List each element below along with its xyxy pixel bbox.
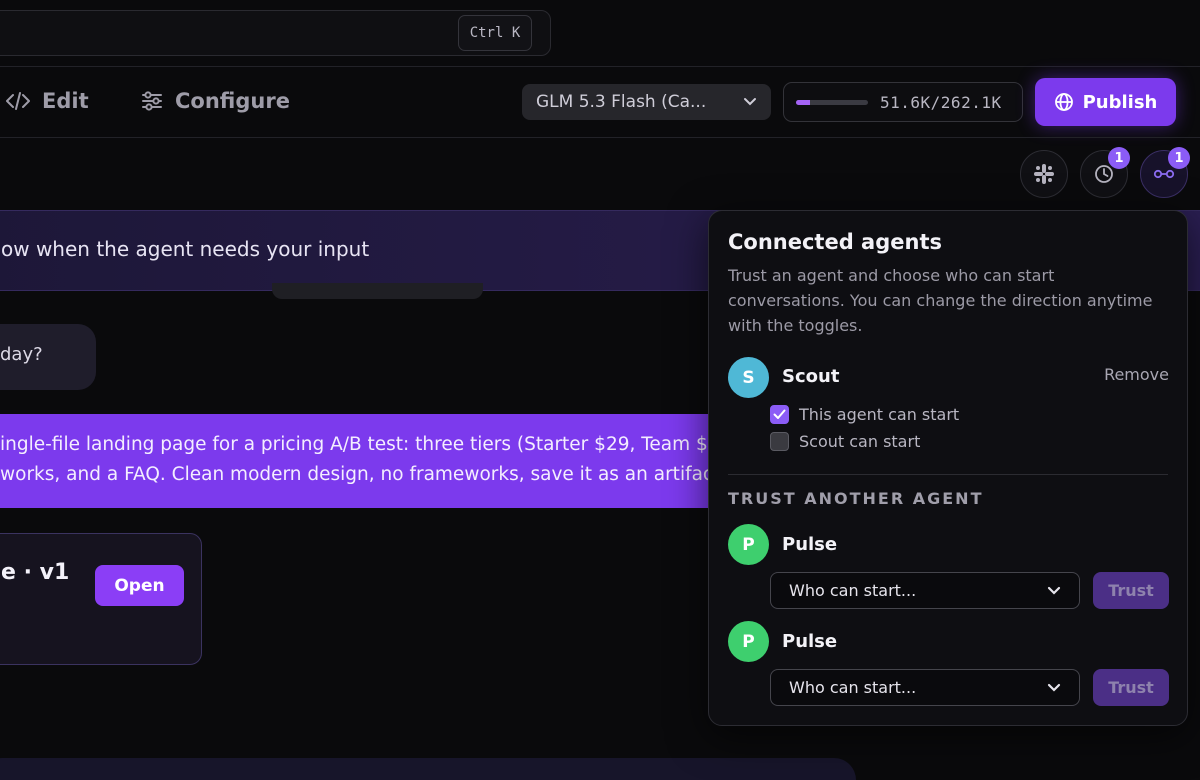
chevron-down-icon <box>1047 586 1061 595</box>
agents-button[interactable]: 1 <box>1140 147 1190 198</box>
artifact-card: e · v1 Open <box>0 533 202 665</box>
model-label: GLM 5.3 Flash (Ca... <box>536 92 707 112</box>
avatar: S <box>728 357 769 398</box>
option-label: Scout can start <box>799 432 921 451</box>
agent-name-scout: Scout <box>782 366 840 387</box>
toolbar-divider <box>0 137 1200 138</box>
who-can-start-select[interactable]: Who can start... <box>770 669 1080 706</box>
shortcut-hint: Ctrl K <box>458 15 532 51</box>
avatar-initial: P <box>742 534 755 555</box>
option-scout-can-start[interactable]: Scout can start <box>770 432 920 451</box>
popover-description: Trust an agent and choose who can start … <box>728 266 1153 335</box>
assistant-message-text: day? <box>0 344 43 365</box>
agent-name-pulse: Pulse <box>782 631 838 652</box>
avatar: P <box>728 621 769 662</box>
agents-badge: 1 <box>1168 147 1190 169</box>
avatar: P <box>728 524 769 565</box>
user-message-line: ingle-file landing page for a pricing A/… <box>0 434 732 455</box>
checkbox-unchecked[interactable] <box>770 432 789 451</box>
option-this-agent-can-start[interactable]: This agent can start <box>770 405 959 424</box>
option-label: This agent can start <box>799 405 960 424</box>
edit-label: Edit <box>42 89 89 113</box>
agent-name-pulse: Pulse <box>782 534 838 555</box>
publish-label: Publish <box>1082 91 1158 113</box>
user-message-line: works, and a FAQ. Clean modern design, n… <box>0 464 748 485</box>
edit-tab[interactable]: Edit <box>6 86 89 116</box>
publish-button[interactable]: Publish <box>1035 78 1176 126</box>
who-can-start-select[interactable]: Who can start... <box>770 572 1080 609</box>
slack-button[interactable] <box>1020 150 1068 198</box>
token-usage-meter: 51.6K/262.1K <box>783 82 1023 122</box>
open-artifact-button[interactable]: Open <box>95 565 184 606</box>
header-divider <box>0 66 1200 67</box>
select-placeholder: Who can start... <box>789 678 917 697</box>
message-composer[interactable] <box>0 758 856 780</box>
chevron-down-icon <box>1047 683 1061 692</box>
app-window: Ctrl K Edit Configure GLM 5.3 Flash (Ca.… <box>0 0 1200 780</box>
notice-text: ow when the agent needs your input <box>1 237 370 261</box>
token-progress-track <box>796 99 868 105</box>
code-icon <box>6 92 30 110</box>
agents-link-icon <box>1153 169 1175 179</box>
globe-icon <box>1054 93 1073 111</box>
user-message: ingle-file landing page for a pricing A/… <box>0 414 760 508</box>
configure-tab[interactable]: Configure <box>141 86 290 116</box>
popover-title: Connected agents <box>728 230 942 254</box>
slack-icon <box>1034 164 1054 184</box>
select-placeholder: Who can start... <box>789 581 917 600</box>
popover-divider <box>728 474 1168 475</box>
history-button[interactable]: 1 <box>1080 147 1130 198</box>
search-input[interactable]: Ctrl K <box>0 10 551 56</box>
timestamp-pill <box>272 283 483 299</box>
assistant-message: day? <box>0 324 96 390</box>
sliders-icon <box>142 91 162 111</box>
configure-label: Configure <box>175 89 290 113</box>
section-label: TRUST ANOTHER AGENT <box>728 489 984 508</box>
trust-button[interactable]: Trust <box>1093 572 1169 609</box>
history-badge: 1 <box>1108 147 1130 169</box>
avatar-initial: S <box>742 367 755 388</box>
check-icon <box>773 409 786 419</box>
trust-button[interactable]: Trust <box>1093 669 1169 706</box>
token-usage-text: 51.6K/262.1K <box>880 92 1002 112</box>
token-progress-fill <box>796 99 811 105</box>
avatar-initial: P <box>742 631 755 652</box>
checkbox-checked[interactable] <box>770 405 789 424</box>
model-select[interactable]: GLM 5.3 Flash (Ca... <box>522 84 771 120</box>
connected-agents-popover: Connected agents Trust an agent and choo… <box>708 210 1188 726</box>
remove-agent-button[interactable]: Remove <box>1104 365 1169 384</box>
artifact-title: e · v1 <box>1 560 70 585</box>
chevron-down-icon <box>744 98 756 106</box>
